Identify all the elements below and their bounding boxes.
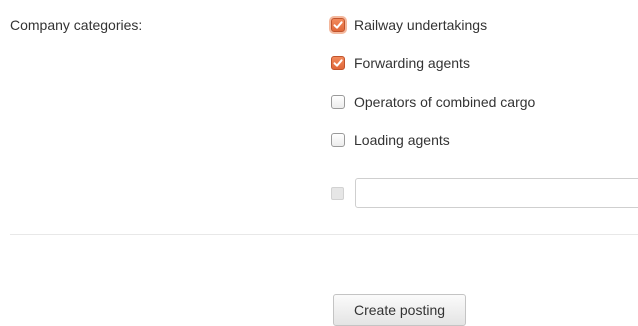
railway-undertakings-label: Railway undertakings — [354, 17, 488, 33]
forwarding-agents-checkbox[interactable] — [331, 56, 345, 70]
option-railway-undertakings[interactable]: Railway undertakings — [331, 15, 487, 35]
create-posting-button[interactable]: Create posting — [333, 294, 466, 326]
other-category-row — [331, 178, 344, 208]
checkmark-icon — [333, 21, 343, 29]
operators-of-combined-cargo-label: Operators of combined cargo — [354, 94, 536, 110]
operators-of-combined-cargo-checkbox[interactable] — [331, 95, 345, 109]
other-category-input[interactable] — [355, 178, 638, 208]
option-loading-agents[interactable]: Loading agents — [331, 130, 450, 150]
company-categories-label: Company categories: — [10, 17, 143, 33]
forwarding-agents-label: Forwarding agents — [354, 55, 470, 71]
railway-undertakings-checkbox[interactable] — [331, 18, 345, 32]
other-category-checkbox[interactable] — [331, 186, 344, 200]
loading-agents-checkbox[interactable] — [331, 133, 345, 147]
loading-agents-label: Loading agents — [354, 132, 450, 148]
option-operators-of-combined-cargo[interactable]: Operators of combined cargo — [331, 92, 535, 112]
option-forwarding-agents[interactable]: Forwarding agents — [331, 53, 470, 73]
checkmark-icon — [333, 59, 343, 67]
form-divider — [10, 234, 638, 235]
